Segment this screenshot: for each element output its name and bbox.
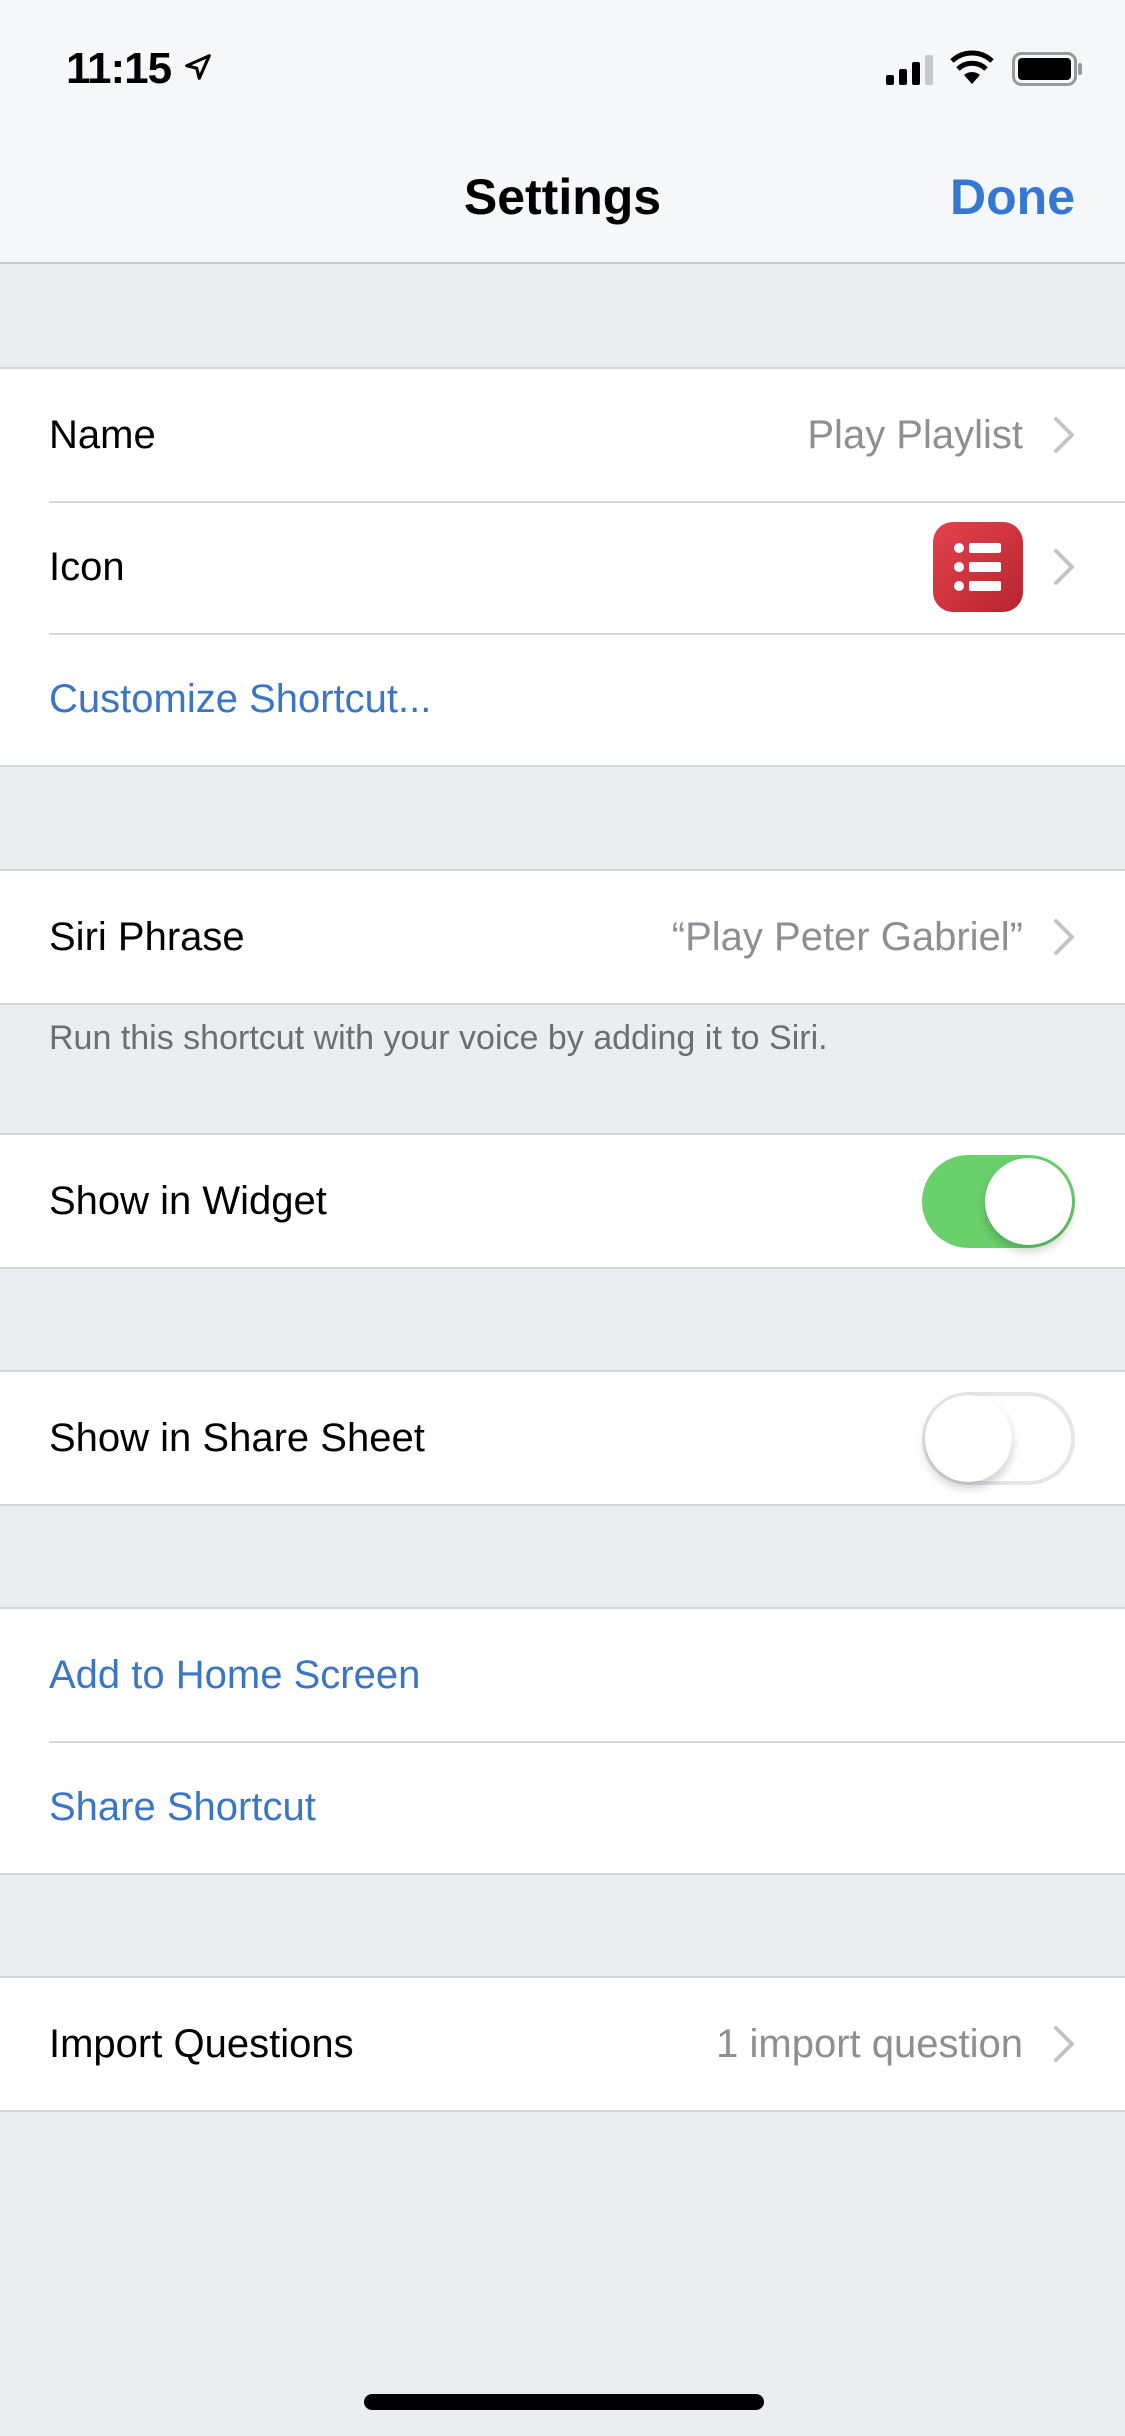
show-in-widget-label: Show in Widget [49, 1178, 327, 1223]
share-shortcut-link[interactable]: Share Shortcut [49, 1785, 1075, 1830]
import-questions-value: 1 import question [716, 2021, 1023, 2066]
chevron-right-icon [1054, 919, 1074, 955]
wifi-icon [950, 50, 994, 84]
show-in-share-sheet-row: Show in Share Sheet [0, 1372, 1125, 1504]
show-in-widget-row: Show in Widget [0, 1135, 1125, 1267]
share-shortcut-row[interactable]: Share Shortcut [0, 1741, 1125, 1873]
status-time: 11:15 [66, 44, 172, 93]
actions-section: Add to Home Screen Share Shortcut [0, 1607, 1125, 1875]
add-to-home-screen-link[interactable]: Add to Home Screen [49, 1653, 1075, 1698]
customize-shortcut-row[interactable]: Customize Shortcut... [0, 633, 1125, 765]
customize-shortcut-link[interactable]: Customize Shortcut... [49, 677, 1075, 722]
widget-section: Show in Widget [0, 1133, 1125, 1269]
siri-phrase-row[interactable]: Siri Phrase “Play Peter Gabriel” [0, 871, 1125, 1003]
battery-icon [1012, 52, 1082, 86]
siri-phrase-label: Siri Phrase [49, 914, 245, 959]
show-in-widget-toggle[interactable] [922, 1154, 1075, 1248]
name-value: Play Playlist [807, 412, 1023, 457]
cellular-signal-icon [886, 55, 933, 85]
chevron-right-icon [1054, 2026, 1074, 2062]
shortcut-list-icon [933, 522, 1023, 612]
home-indicator[interactable] [364, 2394, 764, 2410]
import-questions-label: Import Questions [49, 2021, 354, 2066]
icon-row[interactable]: Icon [0, 501, 1125, 633]
name-label: Name [49, 412, 156, 457]
general-section: Name Play Playlist Icon Customize Shortc… [0, 367, 1125, 767]
location-arrow-icon [185, 54, 211, 80]
done-button[interactable]: Done [950, 168, 1075, 226]
chevron-right-icon [1054, 417, 1074, 453]
icon-label: Icon [49, 544, 125, 589]
import-section: Import Questions 1 import question [0, 1976, 1125, 2112]
toggle-knob [985, 1157, 1072, 1245]
siri-phrase-value: “Play Peter Gabriel” [671, 914, 1023, 959]
chevron-right-icon [1054, 549, 1074, 585]
name-row[interactable]: Name Play Playlist [0, 369, 1125, 501]
toggle-knob [925, 1394, 1012, 1482]
siri-footer-text: Run this shortcut with your voice by add… [49, 1019, 828, 1057]
siri-section: Siri Phrase “Play Peter Gabriel” [0, 869, 1125, 1005]
show-in-share-sheet-toggle[interactable] [922, 1391, 1075, 1485]
show-in-share-sheet-label: Show in Share Sheet [49, 1415, 425, 1460]
navigation-header: 11:15 Settings Done [0, 0, 1125, 264]
share-sheet-section: Show in Share Sheet [0, 1370, 1125, 1506]
import-questions-row[interactable]: Import Questions 1 import question [0, 1978, 1125, 2110]
add-to-home-screen-row[interactable]: Add to Home Screen [0, 1609, 1125, 1741]
